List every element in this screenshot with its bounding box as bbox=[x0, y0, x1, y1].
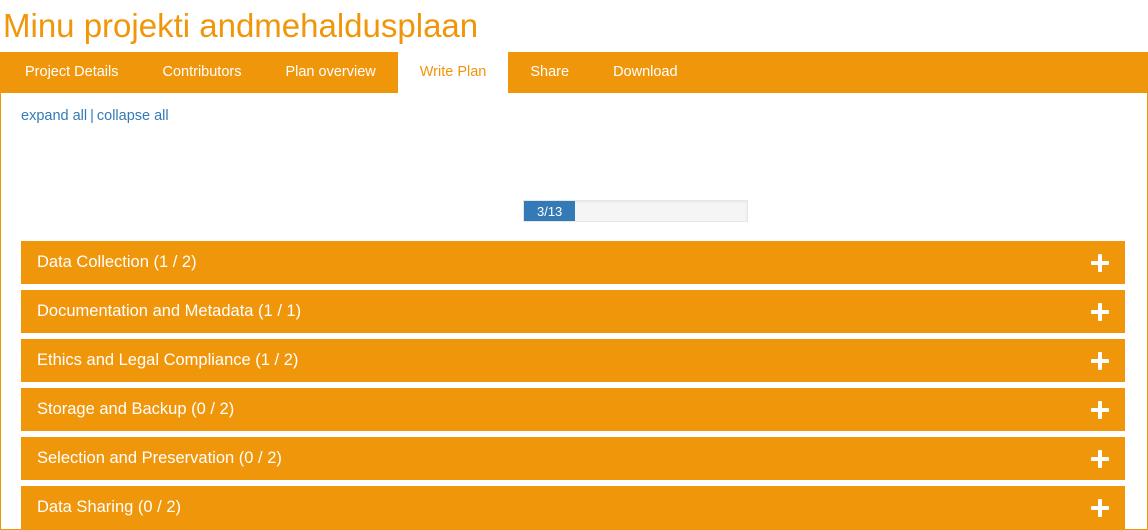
expand-collapse-toolbar: expand all | collapse all bbox=[1, 93, 1147, 138]
section-header[interactable]: Data Sharing (0 / 2) bbox=[21, 486, 1125, 529]
section-header[interactable]: Ethics and Legal Compliance (1 / 2) bbox=[21, 339, 1125, 382]
section-title: Data Collection (1 / 2) bbox=[37, 253, 197, 272]
tab-download[interactable]: Download bbox=[591, 52, 700, 93]
collapse-all-link[interactable]: collapse all bbox=[97, 108, 169, 124]
section-header[interactable]: Documentation and Metadata (1 / 1) bbox=[21, 290, 1125, 333]
section-header[interactable]: Data Collection (1 / 2) bbox=[21, 241, 1125, 284]
section-title: Storage and Backup (0 / 2) bbox=[37, 400, 235, 419]
plus-icon[interactable] bbox=[1091, 449, 1109, 468]
plus-icon[interactable] bbox=[1091, 400, 1109, 419]
expand-collapse-links: expand all | collapse all bbox=[21, 108, 169, 124]
section-title: Ethics and Legal Compliance (1 / 2) bbox=[37, 351, 299, 370]
tab-bar: Project Details Contributors Plan overview… bbox=[0, 52, 1148, 93]
tab-project-details[interactable]: Project Details bbox=[3, 52, 140, 93]
plus-icon[interactable] bbox=[1091, 253, 1109, 272]
section-title: Documentation and Metadata (1 / 1) bbox=[37, 302, 302, 321]
plus-icon[interactable] bbox=[1091, 498, 1109, 517]
page-title: Minu projekti andmehaldusplaan bbox=[3, 7, 479, 44]
tab-share[interactable]: Share bbox=[508, 52, 591, 93]
plan-progress-bar: 3/13 bbox=[523, 200, 748, 222]
links-separator: | bbox=[90, 107, 94, 124]
section-title: Data Sharing (0 / 2) bbox=[37, 498, 181, 517]
plan-sections-list: Data Collection (1 / 2) Documentation and… bbox=[21, 241, 1125, 529]
tab-contributors[interactable]: Contributors bbox=[140, 52, 263, 93]
section-title: Selection and Preservation (0 / 2) bbox=[37, 449, 282, 468]
tab-plan-overview[interactable]: Plan overview bbox=[263, 52, 397, 93]
expand-all-link[interactable]: expand all bbox=[21, 108, 87, 124]
section-header[interactable]: Storage and Backup (0 / 2) bbox=[21, 388, 1125, 431]
write-plan-panel: expand all | collapse all 3/13 Data Collec… bbox=[0, 93, 1148, 530]
plus-icon[interactable] bbox=[1091, 302, 1109, 321]
plan-progress-fill: 3/13 bbox=[524, 201, 576, 221]
plus-icon[interactable] bbox=[1091, 351, 1109, 370]
tab-write-plan[interactable]: Write Plan bbox=[397, 52, 509, 93]
section-header[interactable]: Selection and Preservation (0 / 2) bbox=[21, 437, 1125, 480]
